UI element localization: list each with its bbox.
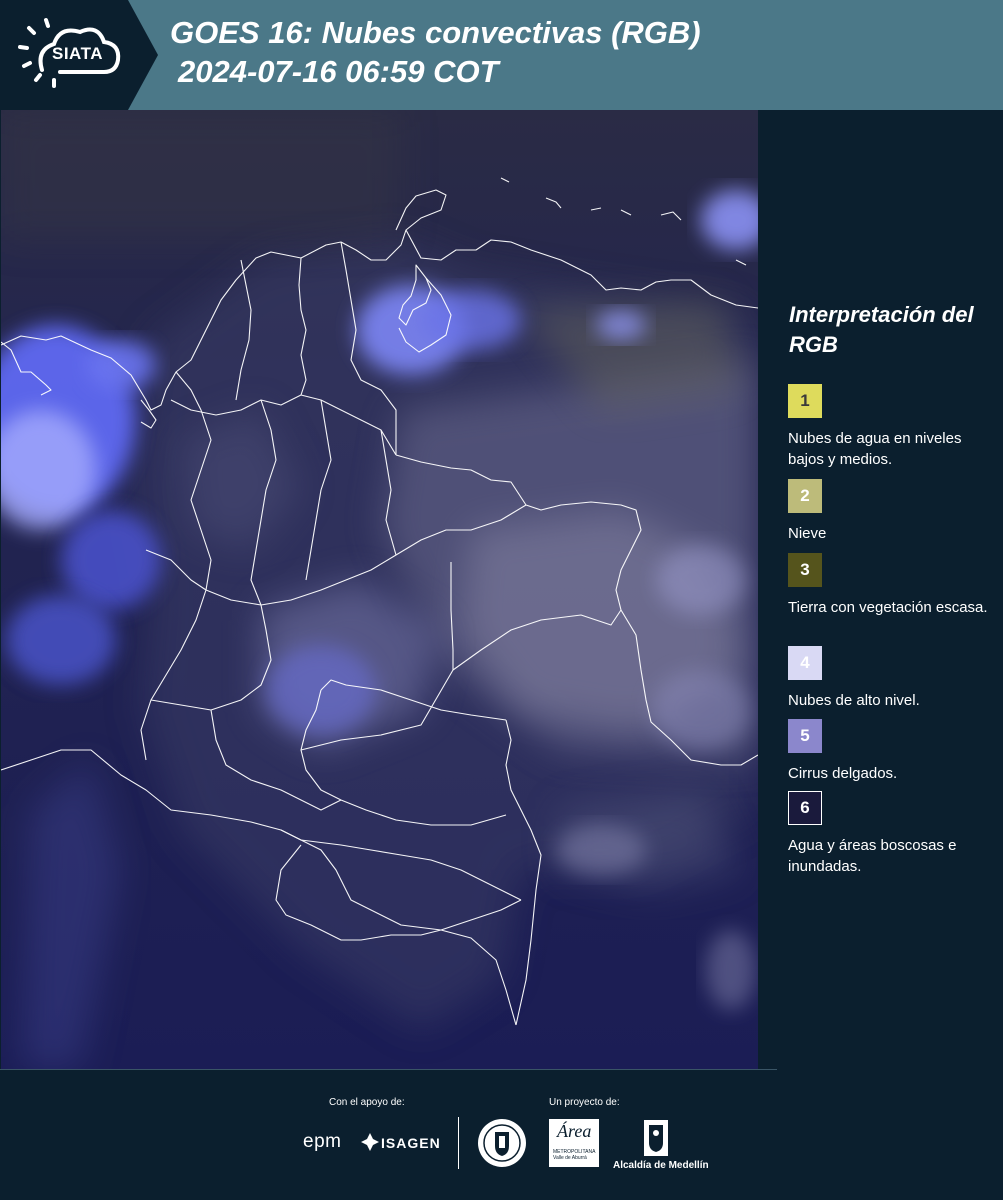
header-bar: SIATA GOES 16: Nubes convectivas (RGB) 2… bbox=[0, 0, 1003, 110]
footer: Con el apoyo de: Un proyecto de: epm ISA… bbox=[0, 1069, 1003, 1200]
page-timestamp: 2024-07-16 06:59 COT bbox=[178, 54, 499, 89]
legend-title: Interpretación del RGB bbox=[789, 302, 974, 357]
page-title: GOES 16: Nubes convectivas (RGB) bbox=[170, 15, 701, 50]
siata-logo-text: SIATA bbox=[52, 44, 103, 63]
legend-item-high-clouds: 4 Nubes de alto nivel. bbox=[788, 646, 998, 711]
alcaldia-shield-icon bbox=[644, 1120, 668, 1156]
area-metropolitana-logo: Área METROPOLITANA Valle de Aburrá bbox=[549, 1119, 599, 1167]
legend-label: Nubes de alto nivel. bbox=[788, 692, 920, 709]
legend-label: Agua y áreas boscosas e inundadas. bbox=[788, 837, 957, 875]
epm-logo: epm bbox=[303, 1131, 342, 1152]
legend-item-water-forest: 6 Agua y áreas boscosas e inundadas. bbox=[788, 791, 998, 877]
legend-item-thin-cirrus: 5 Cirrus delgados. bbox=[788, 719, 998, 784]
support-label: Con el apoyo de: bbox=[329, 1097, 405, 1108]
legend-label: Cirrus delgados. bbox=[788, 765, 898, 782]
isagen-logo-icon bbox=[361, 1133, 379, 1151]
legend-swatch: 1 bbox=[788, 384, 822, 418]
legend-swatch: 3 bbox=[788, 553, 822, 587]
legend-panel: Interpretación del RGB 1 Nubes de agua e… bbox=[760, 110, 1003, 1069]
legend-item-low-mid-water-clouds: 1 Nubes de agua en niveles bajos y medio… bbox=[788, 384, 998, 470]
isagen-logo: ISAGEN bbox=[381, 1135, 441, 1151]
area-logo-subtitle: METROPOLITANA Valle de Aburrá bbox=[553, 1149, 596, 1161]
legend-item-snow: 2 Nieve bbox=[788, 479, 998, 544]
medellin-seal-icon bbox=[478, 1119, 526, 1167]
project-label: Un proyecto de: bbox=[549, 1097, 620, 1108]
satellite-map bbox=[1, 110, 758, 1069]
footer-divider bbox=[458, 1117, 459, 1169]
legend-label: Tierra con vegetación escasa. bbox=[788, 599, 988, 616]
legend-swatch: 2 bbox=[788, 479, 822, 513]
siata-logo: SIATA bbox=[0, 0, 160, 110]
area-logo-word: Área bbox=[557, 1121, 592, 1141]
alcaldia-label: Alcaldía de Medellín bbox=[613, 1160, 709, 1171]
legend-item-sparse-vegetation: 3 Tierra con vegetación escasa. bbox=[788, 553, 998, 618]
legend-label: Nieve bbox=[788, 525, 827, 542]
footer-divider-line bbox=[0, 1069, 777, 1070]
legend-swatch: 5 bbox=[788, 719, 822, 753]
legend-swatch: 4 bbox=[788, 646, 822, 680]
legend-swatch: 6 bbox=[788, 791, 822, 825]
legend-label: Nubes de agua en niveles bajos y medios. bbox=[788, 430, 962, 468]
